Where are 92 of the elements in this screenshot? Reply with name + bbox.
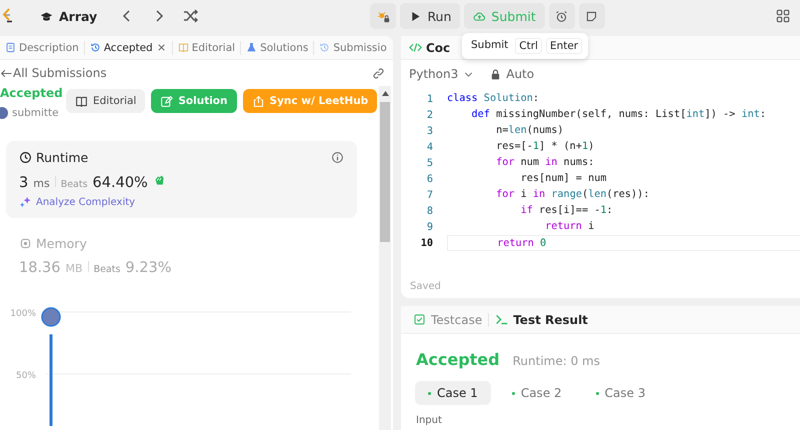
- line-number: 7: [426, 190, 434, 200]
- clock-icon: [19, 151, 32, 164]
- scroll-up-icon[interactable]: [382, 91, 388, 96]
- line-number: 3: [426, 126, 434, 136]
- code-line: if res[i]== -1:: [520, 204, 614, 218]
- auto-toggle[interactable]: Auto: [489, 67, 534, 81]
- code-line: class Solution:: [447, 92, 540, 106]
- alarm-button[interactable]: [548, 3, 575, 29]
- code-line: return i: [544, 220, 596, 234]
- stat-value: 3: [19, 175, 28, 192]
- beats-label: Beats: [94, 264, 120, 276]
- runtime-text: Runtime: 0 ms: [512, 354, 600, 368]
- logo-icon[interactable]: [0, 7, 14, 25]
- tooltip-label: Submit: [470, 38, 510, 53]
- checkbox-icon: [413, 313, 426, 326]
- beats-percent: 64.40%: [92, 175, 148, 192]
- analyze-complexity-link[interactable]: Analyze Complexity: [19, 196, 344, 210]
- line-number: 2: [426, 110, 434, 120]
- code-line: res[num] = num: [520, 172, 608, 186]
- back-link[interactable]: All Submissions: [13, 66, 107, 80]
- tab[interactable]: Description: [0, 36, 84, 59]
- key-label: Enter: [546, 38, 582, 54]
- solution-button[interactable]: Solution: [151, 89, 237, 113]
- link-icon[interactable]: [372, 66, 385, 80]
- history-icon: [319, 42, 330, 53]
- sparkle-icon: [19, 196, 32, 210]
- alarm-clock-icon: [555, 10, 568, 22]
- case-tab[interactable]: Case 3: [582, 381, 658, 405]
- note-icon: [585, 10, 598, 22]
- code-line: def missingNumber(self, nums: List[int]) -> int:: [470, 108, 767, 122]
- shuffle-icon[interactable]: [183, 8, 200, 24]
- code-tab[interactable]: Coc: [409, 40, 450, 54]
- tab[interactable]: Solutions: [241, 36, 314, 59]
- document-icon: [5, 42, 16, 53]
- tab[interactable]: Editorial: [172, 36, 240, 59]
- edit-icon: [160, 94, 174, 108]
- line-number: 10: [420, 238, 434, 248]
- bug-lock-icon: [376, 10, 390, 22]
- memory-title: Memory: [36, 236, 87, 252]
- axis-label: 50%: [16, 371, 36, 382]
- input-label: Input: [415, 414, 443, 426]
- terminal-icon: [495, 313, 508, 326]
- stat-unit: ms: [33, 177, 50, 190]
- status-text: Accepted: [0, 86, 64, 102]
- line-number: 1: [426, 94, 434, 104]
- info-icon[interactable]: [331, 151, 344, 164]
- scrollbar[interactable]: [379, 86, 391, 430]
- code-line: res=[-1] * (n+1): [495, 140, 596, 154]
- avatar: [41, 307, 61, 327]
- tab[interactable]: Accepted: [84, 36, 172, 59]
- line-number: 9: [426, 222, 434, 232]
- code-line: n=len(nums): [495, 124, 565, 138]
- history-icon: [90, 42, 101, 53]
- tab[interactable]: Test Result: [489, 312, 594, 326]
- code-line: for num in nums:: [495, 156, 596, 170]
- editorial-button[interactable]: Editorial: [66, 89, 146, 113]
- layout-grid-icon[interactable]: [776, 9, 790, 23]
- line-number: 8: [426, 206, 434, 216]
- line-number: 5: [426, 158, 434, 168]
- debug-button[interactable]: [370, 3, 396, 29]
- case-tab[interactable]: Case 2: [498, 381, 575, 405]
- case-tab[interactable]: Case 1: [415, 381, 491, 405]
- key-label: Ctrl: [515, 38, 542, 54]
- problem-list-link[interactable]: Array: [34, 4, 104, 28]
- stat-unit: MB: [66, 262, 83, 276]
- book-icon: [75, 94, 88, 108]
- beats-label: Beats: [60, 179, 88, 190]
- axis-label: 100%: [10, 309, 36, 320]
- beats-percent: 9.23%: [125, 260, 172, 276]
- save-status: Saved: [409, 281, 442, 294]
- cloud-upload-icon: [473, 10, 486, 22]
- run-button[interactable]: Run: [400, 3, 460, 29]
- scrollbar-thumb[interactable]: [380, 102, 390, 242]
- note-button[interactable]: [578, 3, 605, 29]
- line-number: 6: [426, 174, 434, 184]
- stat-value: 18.36: [19, 260, 61, 276]
- book-icon: [178, 42, 189, 53]
- chip-icon: [19, 237, 32, 250]
- code-line: for i in range(len(res)):: [495, 188, 650, 202]
- close-icon[interactable]: [156, 42, 167, 53]
- code-icon: [409, 41, 422, 54]
- share-icon: [252, 94, 265, 108]
- runtime-title: Runtime: [36, 150, 88, 166]
- tab[interactable]: Submissio: [314, 36, 392, 59]
- graduation-cap-icon: [40, 10, 53, 22]
- flask-icon: [246, 42, 258, 53]
- code-line: return 0: [447, 235, 800, 251]
- line-number: 4: [426, 142, 434, 152]
- language-dropdown[interactable]: Python3: [409, 67, 476, 81]
- tab[interactable]: Testcase: [407, 312, 488, 326]
- verdict-text: Accepted: [416, 350, 500, 369]
- author-name: submitte: [12, 107, 59, 120]
